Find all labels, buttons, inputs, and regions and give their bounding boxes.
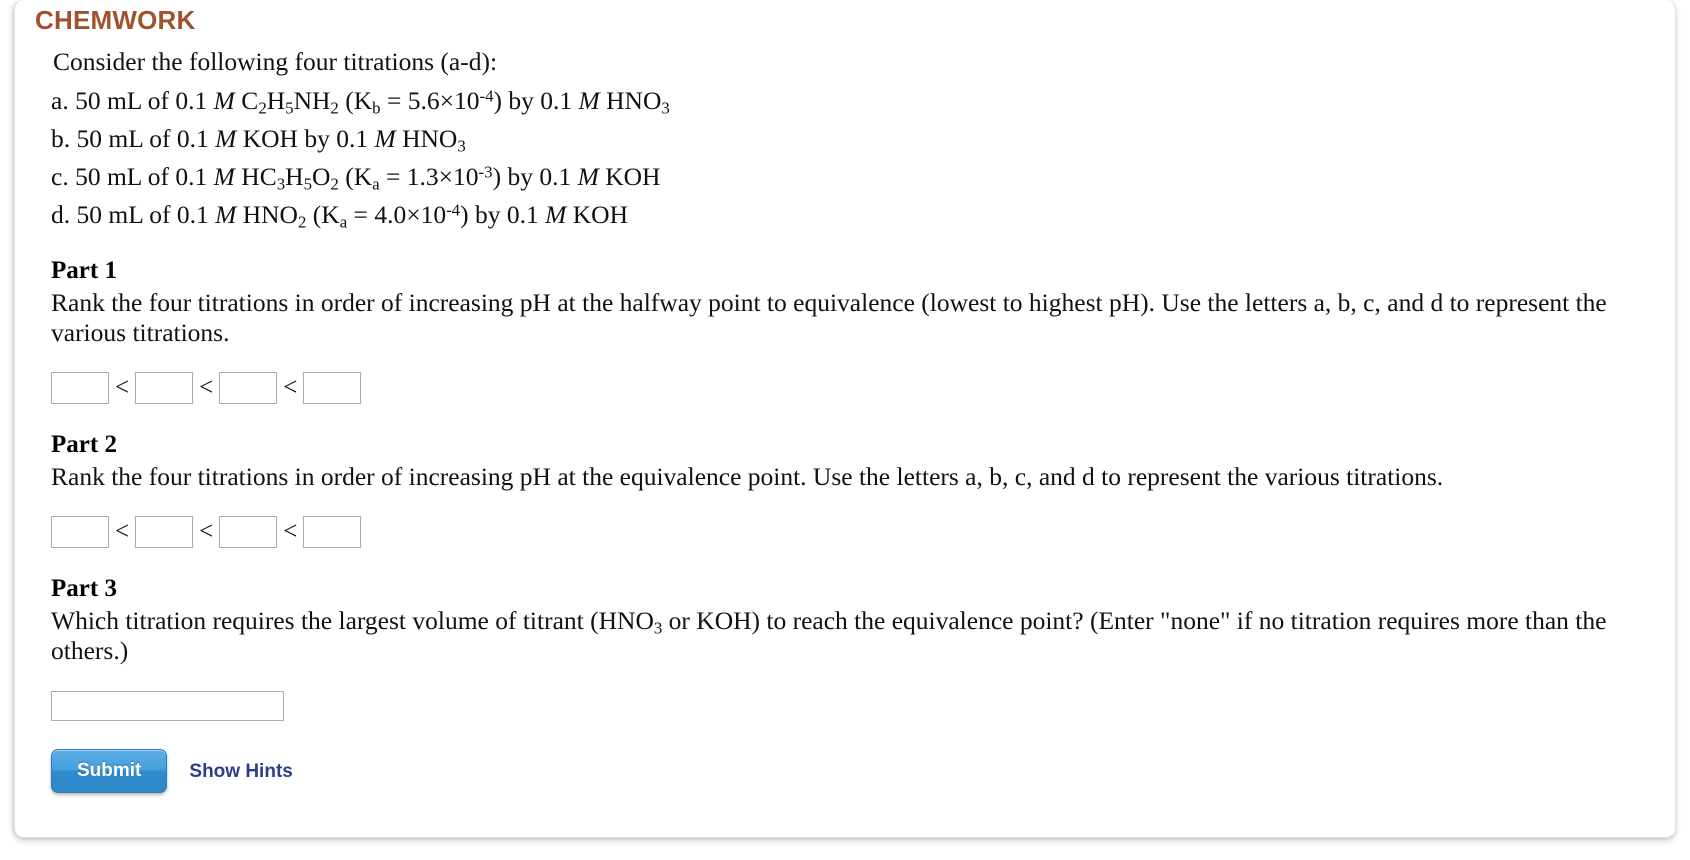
- part-2-rank-input-1[interactable]: [51, 515, 109, 548]
- titration-d-volume: 50 mL of 0.1: [76, 200, 209, 230]
- part-3-text-input[interactable]: [51, 691, 284, 722]
- titration-list: a. 50 mL of 0.1 M C2H5NH2 (Kb = 5.6×10-4…: [51, 85, 1659, 232]
- titration-item-c: c. 50 mL of 0.1 M HC3H5O2 (Ka = 1.3×10-3…: [51, 162, 1659, 194]
- titration-a-titrant-conc: by 0.1: [508, 85, 573, 115]
- titration-b-label: b.: [51, 123, 71, 153]
- titration-d-label: d.: [51, 200, 71, 230]
- part-3-answer-row: [51, 691, 1659, 722]
- part-2-separator-3: <: [283, 518, 298, 546]
- part-1-separator-3: <: [283, 374, 298, 402]
- titration-a-titrant-molarity: M: [578, 85, 600, 115]
- part-3-title: Part 3: [51, 574, 117, 602]
- titration-c-titrant-conc: by 0.1: [507, 162, 572, 192]
- part-1-separator-2: <: [199, 374, 214, 402]
- part-2-separator-2: <: [199, 518, 214, 546]
- titration-a-molarity-symbol: M: [213, 85, 235, 115]
- titration-b-titrant-conc: by 0.1: [304, 123, 369, 153]
- titration-c-label: c.: [51, 162, 69, 192]
- titration-c-titrant: KOH: [605, 162, 661, 192]
- part-1-rank-input-4[interactable]: [303, 371, 362, 404]
- titration-b-analyte: KOH: [242, 123, 298, 153]
- part-2-rank-input-3[interactable]: [219, 515, 278, 548]
- titration-a-label: a.: [51, 85, 69, 115]
- part-2-rank-input-4[interactable]: [303, 515, 362, 548]
- part-1-prompt: Rank the four titrations in order of inc…: [51, 288, 1607, 348]
- intro-text: Consider the following four titrations (…: [53, 46, 498, 76]
- card-content: CHEMWORK Consider the following four tit…: [35, 0, 1659, 794]
- part-1-rank-input-1[interactable]: [51, 371, 109, 404]
- titration-d-molarity-symbol: M: [215, 200, 237, 230]
- submit-button[interactable]: Submit: [51, 749, 168, 794]
- titration-a-titrant: HNO3: [606, 85, 670, 118]
- titration-a-analyte: C2H5NH2: [241, 85, 339, 118]
- titration-c-volume: 50 mL of 0.1: [75, 162, 208, 192]
- part-1-title: Part 1: [51, 257, 117, 285]
- titration-c-titrant-molarity: M: [577, 162, 599, 192]
- part-1-separator-1: <: [115, 374, 130, 402]
- part-2-prompt: Rank the four titrations in order of inc…: [51, 461, 1444, 491]
- page-title: CHEMWORK: [35, 5, 196, 35]
- titration-c-constant: (Ka = 1.3×10-3): [345, 162, 502, 194]
- part-2-separator-1: <: [115, 518, 130, 546]
- titration-d-analyte: HNO2: [242, 200, 307, 232]
- titration-a-volume: 50 mL of 0.1: [75, 85, 208, 115]
- titration-c-molarity-symbol: M: [213, 162, 235, 192]
- part-3-prompt-a: Which titration requires the largest vol…: [51, 605, 654, 635]
- page-root: CHEMWORK Consider the following four tit…: [0, 0, 1690, 860]
- titration-b-titrant: HNO3: [402, 123, 466, 156]
- part-2-answer-row: < < <: [51, 515, 1659, 548]
- titration-d-titrant-conc: by 0.1: [474, 200, 539, 230]
- titration-c-analyte: HC3H5O2: [241, 162, 339, 194]
- titration-a-constant: (Kb = 5.6×10-4): [345, 85, 502, 118]
- part-2-section: Part 2 Rank the four titrations in order…: [35, 430, 1659, 548]
- part-1-rank-input-3[interactable]: [219, 371, 278, 404]
- part-1-section: Part 1 Rank the four titrations in order…: [35, 256, 1659, 404]
- titration-item-b: b. 50 mL of 0.1 M KOH by 0.1 M HNO3: [51, 123, 1659, 156]
- action-row: Submit Show Hints: [51, 749, 1659, 794]
- part-3-prompt: Which titration requires the largest vol…: [51, 606, 1651, 666]
- question-card: CHEMWORK Consider the following four tit…: [14, 0, 1676, 838]
- titration-d-constant: (Ka = 4.0×10-4): [312, 200, 469, 232]
- part-2-rank-input-2[interactable]: [135, 515, 194, 548]
- part-1-answer-row: < < <: [51, 371, 1659, 404]
- part-1-rank-input-2[interactable]: [135, 371, 194, 404]
- titration-d-titrant-molarity: M: [545, 200, 567, 230]
- part-3-section: Part 3 Which titration requires the larg…: [35, 574, 1659, 722]
- titration-item-a: a. 50 mL of 0.1 M C2H5NH2 (Kb = 5.6×10-4…: [51, 85, 1659, 118]
- titration-b-molarity-symbol: M: [215, 123, 237, 153]
- titration-item-d: d. 50 mL of 0.1 M HNO2 (Ka = 4.0×10-4) b…: [51, 200, 1659, 232]
- titration-b-titrant-molarity: M: [374, 123, 396, 153]
- titration-b-volume: 50 mL of 0.1: [76, 123, 209, 153]
- part-2-title: Part 2: [51, 430, 117, 458]
- show-hints-link[interactable]: Show Hints: [189, 762, 292, 781]
- titration-d-titrant: KOH: [572, 200, 628, 230]
